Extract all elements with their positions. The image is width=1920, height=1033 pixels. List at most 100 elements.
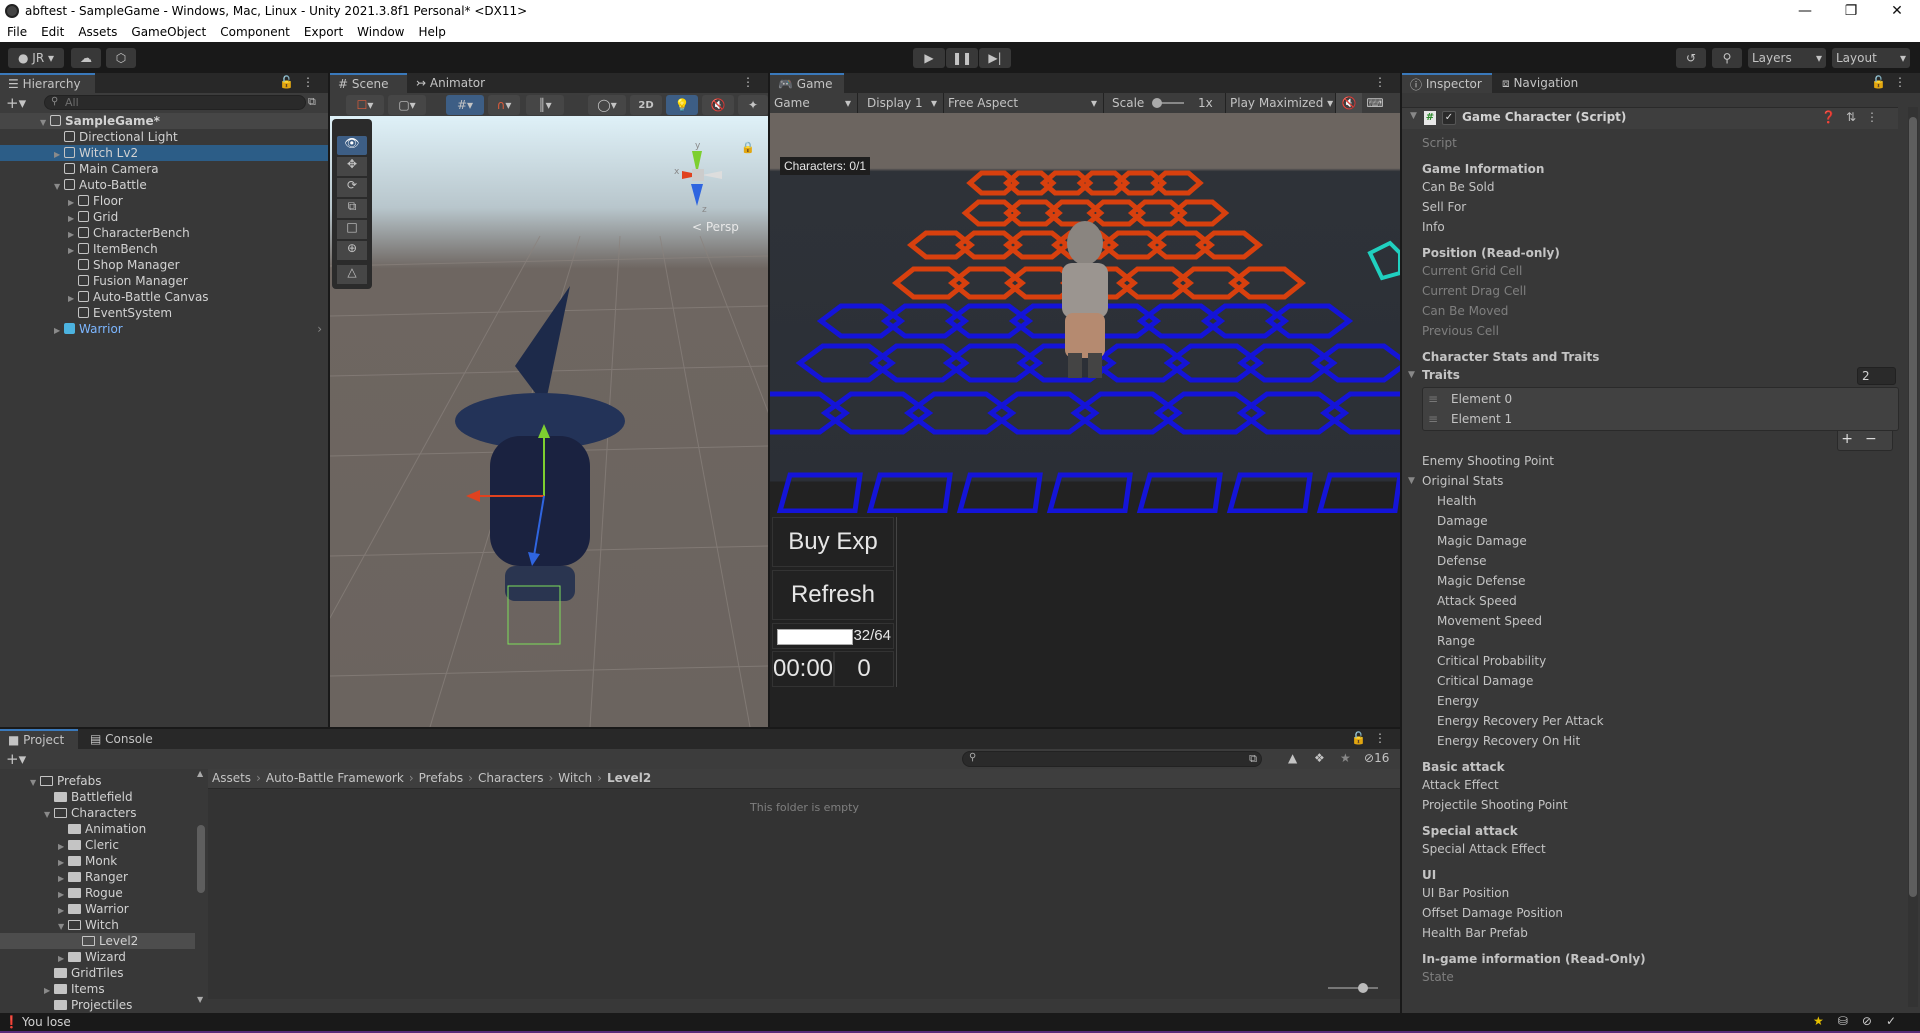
more-icon[interactable]: ⋮ bbox=[1866, 110, 1888, 124]
hierarchy-item[interactable]: ▼ Auto-Battle bbox=[0, 177, 328, 193]
move-tool-button[interactable]: ✥ bbox=[337, 157, 367, 176]
menu-assets[interactable]: Assets bbox=[71, 25, 124, 39]
preset-icon[interactable]: ⇅ bbox=[1846, 110, 1866, 124]
more-icon[interactable]: ⋮ bbox=[1894, 75, 1914, 89]
grid-cell[interactable] bbox=[869, 343, 970, 383]
grid-cell[interactable] bbox=[1319, 391, 1400, 435]
menu-file[interactable]: File bbox=[0, 25, 34, 39]
drag-handle-icon[interactable]: ≡ bbox=[1428, 389, 1438, 409]
tab-animator[interactable]: ↣ Animator bbox=[408, 73, 493, 93]
render-mode-dropdown[interactable]: ▢ ▾ bbox=[388, 95, 426, 115]
bench-slot[interactable] bbox=[776, 472, 863, 513]
tab-navigation[interactable]: ⧈ Navigation bbox=[1494, 73, 1594, 93]
grid-snap-toggle[interactable]: # ▾ bbox=[446, 95, 484, 115]
hierarchy-item[interactable]: EventSystem bbox=[0, 305, 328, 321]
breadcrumb-item[interactable]: Level2 bbox=[607, 771, 651, 785]
custom-tool-button[interactable]: △ bbox=[337, 265, 367, 284]
menu-gameobject[interactable]: GameObject bbox=[124, 25, 213, 39]
more-icon[interactable]: ⋮ bbox=[302, 75, 322, 89]
hierarchy-item[interactable]: Shop Manager bbox=[0, 257, 328, 273]
lock-icon[interactable]: 🔓 bbox=[1351, 731, 1374, 745]
bench-slot[interactable] bbox=[1226, 472, 1313, 513]
icon-size-slider[interactable] bbox=[1328, 983, 1378, 993]
hidden-packages-toggle[interactable]: ⊘16 bbox=[1364, 751, 1389, 765]
slider-thumb[interactable] bbox=[1152, 98, 1162, 108]
maximize-button[interactable]: ❐ bbox=[1828, 0, 1874, 22]
grid-cell[interactable] bbox=[770, 391, 851, 435]
hierarchy-item[interactable]: Directional Light bbox=[0, 129, 328, 145]
display-dropdown[interactable]: Display 1 ▾ bbox=[858, 93, 944, 113]
breadcrumb-item[interactable]: Assets bbox=[212, 771, 251, 785]
draw-mode-dropdown[interactable]: ☐ ▾ bbox=[346, 95, 384, 115]
scene-viewport[interactable]: y x z < Persp 🔒 👁 ✥ ⟳ ⧉ □ ⊕ △ bbox=[330, 116, 768, 727]
shading-dropdown[interactable]: ◯ ▾ bbox=[588, 95, 626, 115]
scrollbar-thumb[interactable] bbox=[1909, 117, 1917, 897]
hierarchy-item[interactable]: Fusion Manager bbox=[0, 273, 328, 289]
folder-tree-scrollbar[interactable]: ▲ ▼ bbox=[195, 769, 207, 1004]
gi-icon[interactable]: ⊘ bbox=[1862, 1014, 1886, 1028]
project-folder-item[interactable]: Animation bbox=[0, 821, 195, 837]
perspective-toggle[interactable]: < Persp bbox=[692, 220, 739, 234]
grid-cell[interactable] bbox=[987, 391, 1100, 435]
menu-export[interactable]: Export bbox=[297, 25, 350, 39]
add-element-button[interactable]: + bbox=[1841, 431, 1865, 447]
project-folder-item[interactable]: Battlefield bbox=[0, 789, 195, 805]
grid-cell[interactable] bbox=[903, 391, 1017, 435]
filter-label-icon[interactable]: ❖ bbox=[1314, 751, 1325, 765]
remove-element-button[interactable]: − bbox=[1865, 431, 1889, 447]
hierarchy-item[interactable]: ▶ CharacterBench bbox=[0, 225, 328, 241]
project-folder-item[interactable]: ▶ Rogue bbox=[0, 885, 195, 901]
rotate-tool-button[interactable]: ⟳ bbox=[337, 178, 367, 197]
tab-hierarchy[interactable]: ☰ Hierarchy bbox=[0, 73, 95, 93]
breadcrumb-item[interactable]: Witch bbox=[558, 771, 592, 785]
hierarchy-item[interactable]: ▶ Grid bbox=[0, 209, 328, 225]
refresh-button[interactable]: Refresh bbox=[772, 570, 894, 620]
character-model[interactable] bbox=[1040, 213, 1130, 383]
bench-slot[interactable] bbox=[956, 472, 1043, 513]
collapse-arrow-icon[interactable]: ▼ bbox=[1410, 111, 1417, 121]
play-mode-dropdown[interactable]: Play Maximized ▾ bbox=[1226, 93, 1336, 113]
project-folder-item[interactable]: ▶ Monk bbox=[0, 853, 195, 869]
more-icon[interactable]: ⋮ bbox=[1374, 75, 1394, 89]
lighting-toggle[interactable]: 💡 bbox=[666, 95, 698, 115]
game-mode-dropdown[interactable]: Game ▾ bbox=[770, 93, 858, 113]
scale-slider[interactable]: Scale 1x bbox=[1104, 93, 1226, 113]
search-expand-icon[interactable]: ⧉ bbox=[1249, 752, 1257, 766]
project-folder-item[interactable]: ▼ Prefabs bbox=[0, 773, 195, 789]
grid-cell[interactable] bbox=[1163, 343, 1265, 383]
grid-cell[interactable] bbox=[942, 343, 1044, 383]
pause-button[interactable]: ❚❚ bbox=[946, 48, 978, 68]
create-button[interactable]: +▾ bbox=[6, 750, 26, 768]
scrollbar-thumb[interactable] bbox=[197, 825, 205, 893]
tab-scene[interactable]: # Scene bbox=[330, 73, 407, 93]
breadcrumb-item[interactable]: Characters bbox=[478, 771, 544, 785]
hierarchy-item[interactable]: ▶ Witch Lv2 bbox=[0, 145, 328, 161]
lock-icon[interactable]: 🔒 bbox=[741, 141, 755, 154]
project-folder-item[interactable]: ▶ Wizard bbox=[0, 949, 195, 965]
project-folder-item[interactable]: GridTiles bbox=[0, 965, 195, 981]
bench-slot[interactable] bbox=[866, 472, 953, 513]
project-folder-item[interactable]: ▼ Characters bbox=[0, 805, 195, 821]
hierarchy-item[interactable]: ▶ ItemBench bbox=[0, 241, 328, 257]
close-button[interactable]: ✕ bbox=[1874, 0, 1920, 22]
shortcuts-toggle[interactable]: ⌨ bbox=[1362, 93, 1388, 113]
lock-icon[interactable]: 🔓 bbox=[279, 75, 302, 89]
filter-type-icon[interactable]: ▲ bbox=[1288, 751, 1297, 765]
layout-dropdown[interactable]: Layout ▾ bbox=[1832, 48, 1910, 68]
project-folder-item[interactable]: ▶ Items bbox=[0, 981, 195, 997]
collapsed-arrow-icon[interactable]: ▶ bbox=[54, 323, 64, 339]
menu-component[interactable]: Component bbox=[213, 25, 297, 39]
slider-thumb[interactable] bbox=[1358, 983, 1368, 993]
bug-icon[interactable]: ★ bbox=[1813, 1014, 1838, 1028]
project-folder-item[interactable]: ▶ Cleric bbox=[0, 837, 195, 853]
bench-slot[interactable] bbox=[1046, 472, 1133, 513]
grid-cell[interactable] bbox=[1153, 391, 1267, 435]
snap-increment-dropdown[interactable]: ∩ ▾ bbox=[488, 95, 520, 115]
scroll-down-icon[interactable]: ▼ bbox=[197, 995, 203, 1004]
audio-toggle[interactable]: 🔇 bbox=[702, 95, 734, 115]
more-icon[interactable]: ⋮ bbox=[1374, 731, 1394, 745]
grid-cell[interactable] bbox=[1237, 343, 1338, 383]
cloud-button[interactable]: ☁ bbox=[71, 48, 101, 68]
search-button[interactable]: ⚲ bbox=[1712, 48, 1742, 68]
lock-icon[interactable]: 🔓 bbox=[1871, 75, 1894, 89]
